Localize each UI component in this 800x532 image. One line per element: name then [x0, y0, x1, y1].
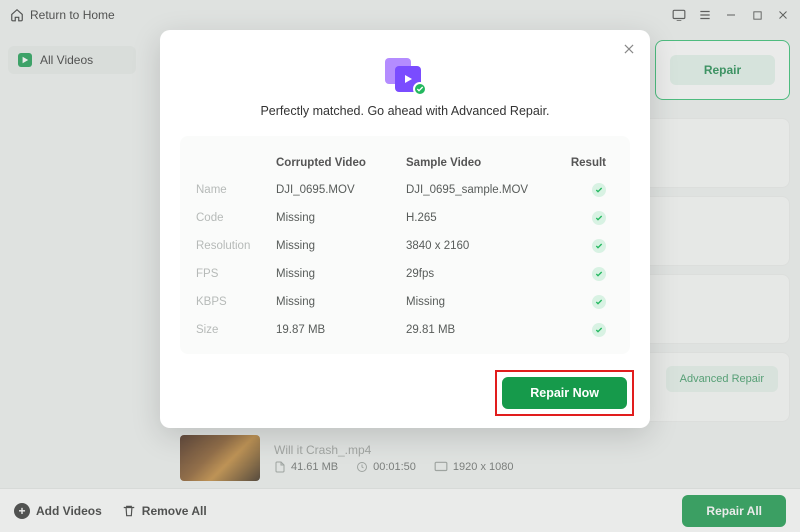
check-icon [592, 323, 606, 337]
check-icon [592, 267, 606, 281]
table-row: Resolution Missing 3840 x 2160 [196, 232, 614, 260]
check-icon [592, 183, 606, 197]
comparison-table: Corrupted Video Sample Video Result Name… [180, 136, 630, 354]
table-row: FPS Missing 29fps [196, 260, 614, 288]
close-icon[interactable] [622, 42, 636, 56]
modal-headline: Perfectly matched. Go ahead with Advance… [260, 104, 549, 118]
check-icon [592, 211, 606, 225]
advanced-repair-modal: Perfectly matched. Go ahead with Advance… [160, 30, 650, 428]
check-icon [592, 295, 606, 309]
table-row: Size 19.87 MB 29.81 MB [196, 316, 614, 344]
table-row: Code Missing H.265 [196, 204, 614, 232]
table-row: Name DJI_0695.MOV DJI_0695_sample.MOV [196, 176, 614, 204]
col-sample: Sample Video [406, 157, 556, 169]
repair-now-button[interactable]: Repair Now [502, 377, 627, 409]
table-row: KBPS Missing Missing [196, 288, 614, 316]
modal-logo-icon [385, 58, 425, 94]
check-icon [592, 239, 606, 253]
col-result: Result [556, 157, 606, 169]
col-corrupted: Corrupted Video [276, 157, 406, 169]
repair-now-highlight: Repair Now [495, 370, 634, 416]
